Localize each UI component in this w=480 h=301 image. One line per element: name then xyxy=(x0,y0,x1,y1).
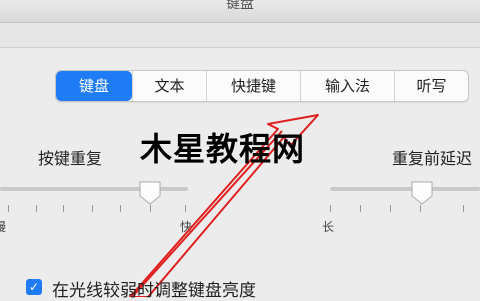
backlight-checkbox-label: 在光线较弱时调整键盘亮度 xyxy=(52,281,256,301)
backlight-checkbox[interactable]: ✓ xyxy=(26,279,42,295)
watermark: 木星教程网 xyxy=(140,130,306,168)
